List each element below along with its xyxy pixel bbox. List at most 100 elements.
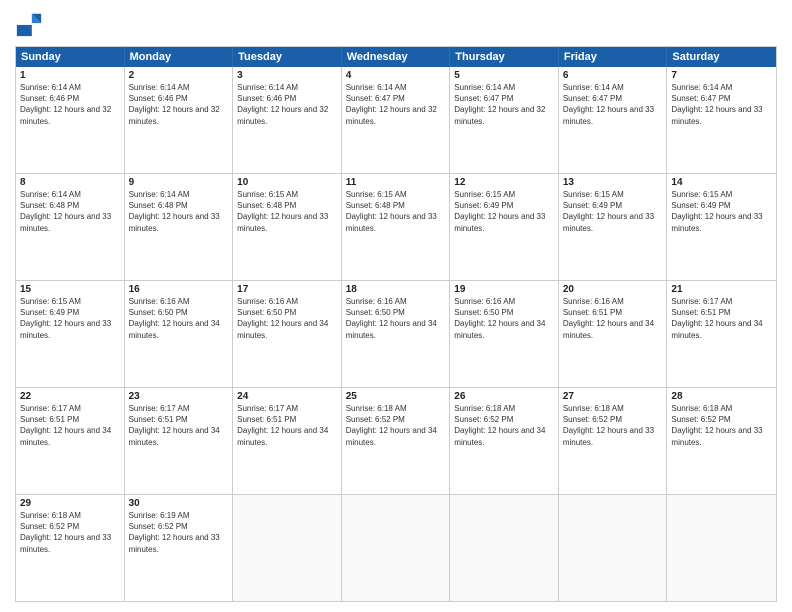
sunset-label: Sunset: 6:46 PM bbox=[129, 94, 188, 103]
day-number: 7 bbox=[671, 70, 772, 81]
sunset-label: Sunset: 6:46 PM bbox=[20, 94, 79, 103]
sunset-label: Sunset: 6:47 PM bbox=[563, 94, 622, 103]
sunrise-label: Sunrise: 6:16 AM bbox=[237, 297, 298, 306]
sunrise-label: Sunrise: 6:14 AM bbox=[563, 83, 624, 92]
cell-info: Sunrise: 6:15 AM Sunset: 6:49 PM Dayligh… bbox=[454, 189, 554, 234]
logo bbox=[15, 10, 47, 38]
daylight-label: Daylight: 12 hours and 33 minutes. bbox=[563, 426, 654, 446]
calendar-header: SundayMondayTuesdayWednesdayThursdayFrid… bbox=[16, 47, 776, 67]
day-number: 14 bbox=[671, 177, 772, 188]
sunrise-label: Sunrise: 6:14 AM bbox=[454, 83, 515, 92]
sunrise-label: Sunrise: 6:14 AM bbox=[346, 83, 407, 92]
cal-cell: 30 Sunrise: 6:19 AM Sunset: 6:52 PM Dayl… bbox=[125, 495, 234, 601]
cal-cell: 4 Sunrise: 6:14 AM Sunset: 6:47 PM Dayli… bbox=[342, 67, 451, 173]
sunset-label: Sunset: 6:51 PM bbox=[671, 308, 730, 317]
cell-info: Sunrise: 6:14 AM Sunset: 6:47 PM Dayligh… bbox=[671, 82, 772, 127]
cell-info: Sunrise: 6:16 AM Sunset: 6:50 PM Dayligh… bbox=[129, 296, 229, 341]
day-number: 18 bbox=[346, 284, 446, 295]
cell-info: Sunrise: 6:14 AM Sunset: 6:48 PM Dayligh… bbox=[20, 189, 120, 234]
day-number: 2 bbox=[129, 70, 229, 81]
cal-cell bbox=[342, 495, 451, 601]
sunrise-label: Sunrise: 6:14 AM bbox=[129, 83, 190, 92]
daylight-label: Daylight: 12 hours and 32 minutes. bbox=[20, 105, 111, 125]
day-number: 8 bbox=[20, 177, 120, 188]
cell-info: Sunrise: 6:19 AM Sunset: 6:52 PM Dayligh… bbox=[129, 510, 229, 555]
sunrise-label: Sunrise: 6:15 AM bbox=[454, 190, 515, 199]
sunrise-label: Sunrise: 6:14 AM bbox=[20, 83, 81, 92]
daylight-label: Daylight: 12 hours and 33 minutes. bbox=[671, 105, 762, 125]
cal-cell: 21 Sunrise: 6:17 AM Sunset: 6:51 PM Dayl… bbox=[667, 281, 776, 387]
day-number: 22 bbox=[20, 391, 120, 402]
cal-cell: 22 Sunrise: 6:17 AM Sunset: 6:51 PM Dayl… bbox=[16, 388, 125, 494]
day-number: 5 bbox=[454, 70, 554, 81]
cal-cell: 27 Sunrise: 6:18 AM Sunset: 6:52 PM Dayl… bbox=[559, 388, 668, 494]
cell-info: Sunrise: 6:17 AM Sunset: 6:51 PM Dayligh… bbox=[20, 403, 120, 448]
sunset-label: Sunset: 6:50 PM bbox=[237, 308, 296, 317]
header bbox=[15, 10, 777, 38]
daylight-label: Daylight: 12 hours and 33 minutes. bbox=[454, 212, 545, 232]
sunrise-label: Sunrise: 6:17 AM bbox=[129, 404, 190, 413]
cell-info: Sunrise: 6:18 AM Sunset: 6:52 PM Dayligh… bbox=[563, 403, 663, 448]
cell-info: Sunrise: 6:14 AM Sunset: 6:46 PM Dayligh… bbox=[20, 82, 120, 127]
sunrise-label: Sunrise: 6:18 AM bbox=[671, 404, 732, 413]
day-number: 3 bbox=[237, 70, 337, 81]
day-number: 19 bbox=[454, 284, 554, 295]
cal-cell bbox=[667, 495, 776, 601]
sunset-label: Sunset: 6:51 PM bbox=[563, 308, 622, 317]
daylight-label: Daylight: 12 hours and 34 minutes. bbox=[563, 319, 654, 339]
daylight-label: Daylight: 12 hours and 34 minutes. bbox=[237, 319, 328, 339]
cal-cell: 25 Sunrise: 6:18 AM Sunset: 6:52 PM Dayl… bbox=[342, 388, 451, 494]
header-day-saturday: Saturday bbox=[667, 47, 776, 67]
day-number: 28 bbox=[671, 391, 772, 402]
daylight-label: Daylight: 12 hours and 33 minutes. bbox=[671, 426, 762, 446]
cal-cell: 8 Sunrise: 6:14 AM Sunset: 6:48 PM Dayli… bbox=[16, 174, 125, 280]
cal-row-2: 15 Sunrise: 6:15 AM Sunset: 6:49 PM Dayl… bbox=[16, 281, 776, 388]
day-number: 13 bbox=[563, 177, 663, 188]
daylight-label: Daylight: 12 hours and 34 minutes. bbox=[129, 426, 220, 446]
daylight-label: Daylight: 12 hours and 33 minutes. bbox=[563, 105, 654, 125]
cal-cell: 19 Sunrise: 6:16 AM Sunset: 6:50 PM Dayl… bbox=[450, 281, 559, 387]
sunset-label: Sunset: 6:50 PM bbox=[454, 308, 513, 317]
sunrise-label: Sunrise: 6:14 AM bbox=[671, 83, 732, 92]
daylight-label: Daylight: 12 hours and 33 minutes. bbox=[129, 533, 220, 553]
cal-cell: 5 Sunrise: 6:14 AM Sunset: 6:47 PM Dayli… bbox=[450, 67, 559, 173]
cell-info: Sunrise: 6:17 AM Sunset: 6:51 PM Dayligh… bbox=[671, 296, 772, 341]
cal-cell: 18 Sunrise: 6:16 AM Sunset: 6:50 PM Dayl… bbox=[342, 281, 451, 387]
sunrise-label: Sunrise: 6:15 AM bbox=[237, 190, 298, 199]
cal-cell: 17 Sunrise: 6:16 AM Sunset: 6:50 PM Dayl… bbox=[233, 281, 342, 387]
daylight-label: Daylight: 12 hours and 34 minutes. bbox=[20, 426, 111, 446]
sunrise-label: Sunrise: 6:15 AM bbox=[563, 190, 624, 199]
day-number: 6 bbox=[563, 70, 663, 81]
sunrise-label: Sunrise: 6:17 AM bbox=[237, 404, 298, 413]
cal-cell: 11 Sunrise: 6:15 AM Sunset: 6:48 PM Dayl… bbox=[342, 174, 451, 280]
cell-info: Sunrise: 6:14 AM Sunset: 6:47 PM Dayligh… bbox=[346, 82, 446, 127]
sunset-label: Sunset: 6:50 PM bbox=[346, 308, 405, 317]
cal-cell: 1 Sunrise: 6:14 AM Sunset: 6:46 PM Dayli… bbox=[16, 67, 125, 173]
sunset-label: Sunset: 6:48 PM bbox=[129, 201, 188, 210]
daylight-label: Daylight: 12 hours and 34 minutes. bbox=[346, 426, 437, 446]
sunset-label: Sunset: 6:51 PM bbox=[129, 415, 188, 424]
sunrise-label: Sunrise: 6:15 AM bbox=[346, 190, 407, 199]
sunrise-label: Sunrise: 6:16 AM bbox=[346, 297, 407, 306]
day-number: 9 bbox=[129, 177, 229, 188]
sunrise-label: Sunrise: 6:15 AM bbox=[671, 190, 732, 199]
day-number: 10 bbox=[237, 177, 337, 188]
daylight-label: Daylight: 12 hours and 32 minutes. bbox=[237, 105, 328, 125]
cell-info: Sunrise: 6:16 AM Sunset: 6:51 PM Dayligh… bbox=[563, 296, 663, 341]
cell-info: Sunrise: 6:17 AM Sunset: 6:51 PM Dayligh… bbox=[237, 403, 337, 448]
cal-cell: 12 Sunrise: 6:15 AM Sunset: 6:49 PM Dayl… bbox=[450, 174, 559, 280]
cell-info: Sunrise: 6:15 AM Sunset: 6:48 PM Dayligh… bbox=[346, 189, 446, 234]
daylight-label: Daylight: 12 hours and 32 minutes. bbox=[129, 105, 220, 125]
cal-cell: 23 Sunrise: 6:17 AM Sunset: 6:51 PM Dayl… bbox=[125, 388, 234, 494]
cal-cell bbox=[450, 495, 559, 601]
sunset-label: Sunset: 6:49 PM bbox=[20, 308, 79, 317]
cal-cell: 6 Sunrise: 6:14 AM Sunset: 6:47 PM Dayli… bbox=[559, 67, 668, 173]
calendar-body: 1 Sunrise: 6:14 AM Sunset: 6:46 PM Dayli… bbox=[16, 67, 776, 601]
sunrise-label: Sunrise: 6:18 AM bbox=[454, 404, 515, 413]
day-number: 20 bbox=[563, 284, 663, 295]
sunset-label: Sunset: 6:47 PM bbox=[671, 94, 730, 103]
cal-row-0: 1 Sunrise: 6:14 AM Sunset: 6:46 PM Dayli… bbox=[16, 67, 776, 174]
cell-info: Sunrise: 6:14 AM Sunset: 6:46 PM Dayligh… bbox=[237, 82, 337, 127]
daylight-label: Daylight: 12 hours and 32 minutes. bbox=[346, 105, 437, 125]
daylight-label: Daylight: 12 hours and 34 minutes. bbox=[129, 319, 220, 339]
